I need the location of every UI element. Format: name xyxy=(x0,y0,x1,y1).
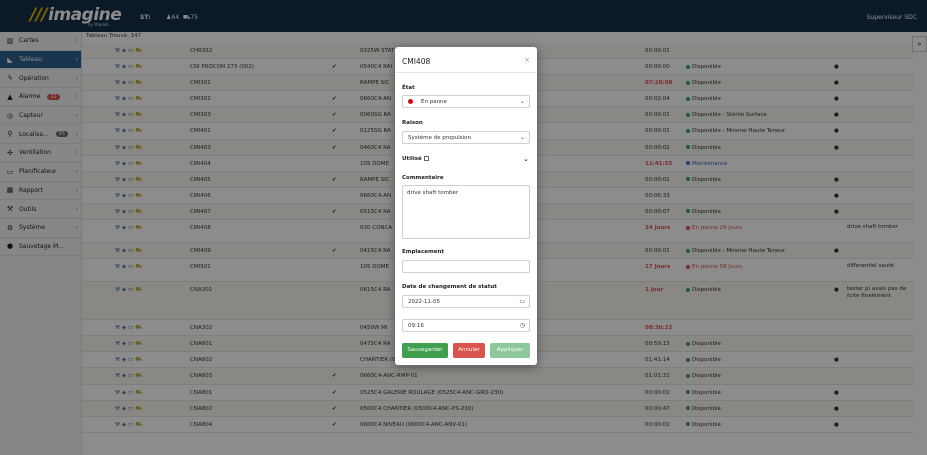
cancel-button[interactable]: Annuler xyxy=(453,343,485,358)
used-label: Utilisé xyxy=(402,156,422,162)
state-select[interactable]: En panne ⌄ xyxy=(402,95,530,108)
used-checkbox[interactable] xyxy=(423,156,429,161)
chevron-down-icon: ⌄ xyxy=(519,98,525,105)
date-value: 2022-11-05 xyxy=(408,299,440,305)
reason-label: Raison xyxy=(402,120,423,126)
state-value: En panne xyxy=(421,99,447,105)
status-modal: CMI408 × État En panne ⌄ Raison Système d… xyxy=(395,47,537,365)
close-icon[interactable]: × xyxy=(524,56,530,64)
location-input[interactable] xyxy=(402,260,530,273)
location-label: Emplacement xyxy=(402,249,445,255)
save-button[interactable]: Sauvegarder xyxy=(402,343,448,358)
date-label: Date de changement de statut xyxy=(402,284,497,290)
time-value: 09:16 xyxy=(408,323,424,329)
reason-value: Système de propulsion xyxy=(408,135,472,141)
apply-button[interactable]: Appliquer xyxy=(490,343,530,358)
expand-chevron-icon[interactable]: ⌄ xyxy=(523,155,529,163)
date-input[interactable]: 2022-11-05 ▭ xyxy=(402,295,530,308)
state-dot-icon xyxy=(408,99,413,104)
clock-icon[interactable]: ◷ xyxy=(520,322,525,329)
reason-select[interactable]: Système de propulsion ⌄ xyxy=(402,131,530,144)
comment-textarea[interactable]: drive shaft tomber xyxy=(402,185,530,239)
modal-divider xyxy=(395,72,537,73)
chevron-down-icon: ⌄ xyxy=(519,134,525,141)
comment-label: Commentaire xyxy=(402,175,444,181)
used-row: Utilisé xyxy=(402,156,429,162)
state-label: État xyxy=(402,85,415,91)
modal-title: CMI408 xyxy=(402,57,431,66)
calendar-icon[interactable]: ▭ xyxy=(519,298,525,305)
time-input[interactable]: 09:16 ◷ xyxy=(402,319,530,332)
